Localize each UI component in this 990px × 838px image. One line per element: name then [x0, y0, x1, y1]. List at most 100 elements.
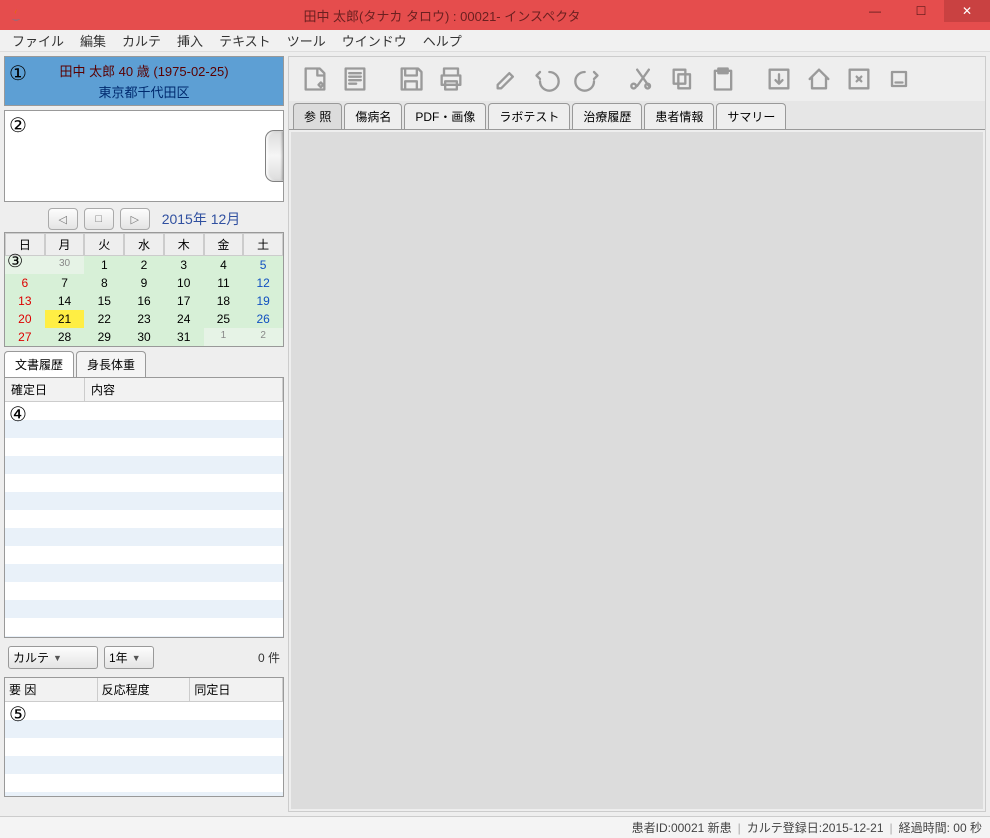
export-icon: [765, 65, 793, 93]
cal-day[interactable]: 18: [204, 292, 244, 310]
text-doc-button[interactable]: [337, 61, 373, 97]
main-tab-3[interactable]: ラボテスト: [488, 103, 570, 129]
marker-4: ④: [9, 402, 27, 427]
save-button[interactable]: [393, 61, 429, 97]
cal-day[interactable]: 1: [84, 256, 124, 274]
menu-text[interactable]: テキスト: [213, 29, 277, 52]
close-button[interactable]: ✕: [944, 0, 990, 22]
main-tabs: 参 照傷病名PDF・画像ラボテスト治療履歴患者情報サマリー: [289, 101, 985, 130]
cal-day[interactable]: 19: [243, 292, 283, 310]
cal-day[interactable]: 29: [84, 328, 124, 346]
cal-day[interactable]: 2: [243, 328, 283, 346]
cal-day[interactable]: 1: [204, 328, 244, 346]
weekday-1: 月: [45, 233, 85, 256]
cal-stop-button[interactable]: □: [84, 208, 114, 230]
cal-day[interactable]: 30: [124, 328, 164, 346]
cal-day[interactable]: 23: [124, 310, 164, 328]
cal-day[interactable]: 8: [84, 274, 124, 292]
col-content: 内容: [85, 378, 283, 401]
cal-day[interactable]: 27: [5, 328, 45, 346]
cut-button[interactable]: [625, 61, 661, 97]
allergy-body[interactable]: ⑤: [5, 702, 283, 796]
patient-name: 田中 太郎 40 歳 (1975-02-25): [9, 61, 279, 80]
cal-day[interactable]: 5: [243, 256, 283, 274]
cal-day[interactable]: 25: [204, 310, 244, 328]
cut-icon: [629, 65, 657, 93]
cal-day[interactable]: 17: [164, 292, 204, 310]
main-tab-1[interactable]: 傷病名: [344, 103, 402, 129]
main-tab-6[interactable]: サマリー: [716, 103, 786, 129]
print-button[interactable]: [433, 61, 469, 97]
new-doc-button[interactable]: [297, 61, 333, 97]
cal-day[interactable]: 20: [5, 310, 45, 328]
status-regdate: カルテ登録日:2015-12-21: [747, 819, 884, 836]
weekday-3: 水: [124, 233, 164, 256]
cal-prev-button[interactable]: ◁: [48, 208, 78, 230]
main-tab-4[interactable]: 治療履歴: [572, 103, 642, 129]
paste-button[interactable]: [705, 61, 741, 97]
menu-tool[interactable]: ツール: [281, 29, 332, 52]
cal-day[interactable]: 24: [164, 310, 204, 328]
save-icon: [397, 65, 425, 93]
main-tab-0[interactable]: 参 照: [293, 103, 342, 129]
menu-insert[interactable]: 挿入: [171, 29, 209, 52]
col-severity: 反応程度: [98, 678, 191, 701]
cal-day[interactable]: 12: [243, 274, 283, 292]
menu-edit[interactable]: 編集: [74, 29, 112, 52]
menu-window[interactable]: ウインドウ: [336, 29, 413, 52]
menu-help[interactable]: ヘルプ: [417, 29, 468, 52]
cal-day[interactable]: 16: [124, 292, 164, 310]
attach-button[interactable]: [841, 61, 877, 97]
cal-day[interactable]: 11: [204, 274, 244, 292]
cal-day[interactable]: 4: [204, 256, 244, 274]
tab-height-weight[interactable]: 身長体重: [76, 351, 146, 377]
copy-button[interactable]: [665, 61, 701, 97]
scroll-handle[interactable]: [265, 130, 283, 182]
content-area[interactable]: [291, 132, 983, 809]
export-button[interactable]: [761, 61, 797, 97]
cal-day[interactable]: 31: [164, 328, 204, 346]
main-tab-5[interactable]: 患者情報: [644, 103, 714, 129]
patient-header[interactable]: ① 田中 太郎 40 歳 (1975-02-25) 東京都千代田区: [4, 56, 284, 106]
cal-day[interactable]: 26: [243, 310, 283, 328]
menu-file[interactable]: ファイル: [6, 29, 70, 52]
tab-doc-history[interactable]: 文書履歴: [4, 351, 74, 377]
cal-day[interactable]: 6: [5, 274, 45, 292]
docs-body[interactable]: ④: [5, 402, 283, 637]
home-icon: [805, 65, 833, 93]
memo-panel[interactable]: ②: [4, 110, 284, 202]
home-button[interactable]: [801, 61, 837, 97]
maximize-button[interactable]: ☐: [898, 0, 944, 22]
period-combo[interactable]: 1年▼: [104, 646, 154, 669]
cal-next-button[interactable]: ▷: [120, 208, 150, 230]
type-combo[interactable]: カルテ▼: [8, 646, 98, 669]
cal-day[interactable]: 7: [45, 274, 85, 292]
cal-day[interactable]: 22: [84, 310, 124, 328]
cal-day[interactable]: 10: [164, 274, 204, 292]
cal-day[interactable]: 14: [45, 292, 85, 310]
cal-day[interactable]: 13: [5, 292, 45, 310]
copy-icon: [669, 65, 697, 93]
minimize-button[interactable]: —: [852, 0, 898, 22]
calendar-nav: ◁ □ ▷ 2015年 12月: [4, 206, 284, 232]
edit-button[interactable]: [489, 61, 525, 97]
weekday-2: 火: [84, 233, 124, 256]
marker-5: ⑤: [9, 702, 27, 727]
marker-3: ③: [7, 251, 23, 272]
cal-day[interactable]: 2: [124, 256, 164, 274]
paste-icon: [709, 65, 737, 93]
cal-day[interactable]: 15: [84, 292, 124, 310]
cal-day[interactable]: 3: [164, 256, 204, 274]
cal-day[interactable]: 9: [124, 274, 164, 292]
cal-day[interactable]: 21: [45, 310, 85, 328]
stamp-button[interactable]: [881, 61, 917, 97]
menu-karte[interactable]: カルテ: [116, 29, 167, 52]
cal-day[interactable]: 28: [45, 328, 85, 346]
cal-day[interactable]: 30: [45, 256, 85, 274]
redo-button[interactable]: [569, 61, 605, 97]
undo-icon: [533, 65, 561, 93]
undo-button[interactable]: [529, 61, 565, 97]
stamp-icon: [885, 65, 913, 93]
patient-address: 東京都千代田区: [9, 82, 279, 101]
main-tab-2[interactable]: PDF・画像: [404, 103, 486, 129]
